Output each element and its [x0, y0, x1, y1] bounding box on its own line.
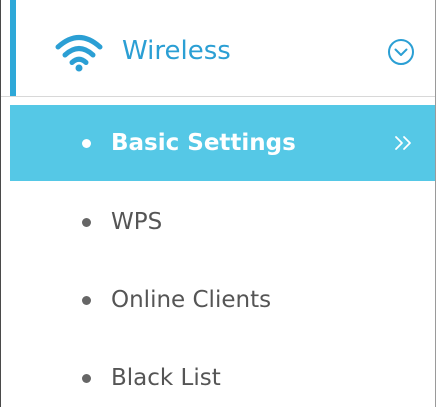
- bullet-icon: [82, 374, 91, 383]
- chevron-down-circle-icon[interactable]: [387, 38, 415, 66]
- menu-item-basic-settings[interactable]: Basic Settings: [10, 105, 435, 181]
- bullet-icon: [82, 139, 91, 148]
- menu-item-black-list[interactable]: Black List: [10, 340, 435, 407]
- section-title: Wireless: [122, 36, 231, 66]
- bullet-icon: [82, 218, 91, 227]
- menu-item-label: WPS: [111, 209, 163, 235]
- menu-item-label: Basic Settings: [111, 130, 296, 156]
- wireless-section-header[interactable]: Wireless: [1, 0, 435, 97]
- double-chevron-right-icon: [395, 136, 411, 150]
- active-section-indicator: [10, 0, 16, 96]
- menu-item-online-clients[interactable]: Online Clients: [10, 262, 435, 338]
- wireless-nav-panel: Wireless Basic Settings WPS Online Clien…: [0, 0, 436, 407]
- menu-item-label: Online Clients: [111, 287, 272, 313]
- menu-item-label: Black List: [111, 365, 221, 391]
- bullet-icon: [82, 296, 91, 305]
- menu-item-wps[interactable]: WPS: [10, 184, 435, 260]
- wifi-icon: [55, 35, 103, 72]
